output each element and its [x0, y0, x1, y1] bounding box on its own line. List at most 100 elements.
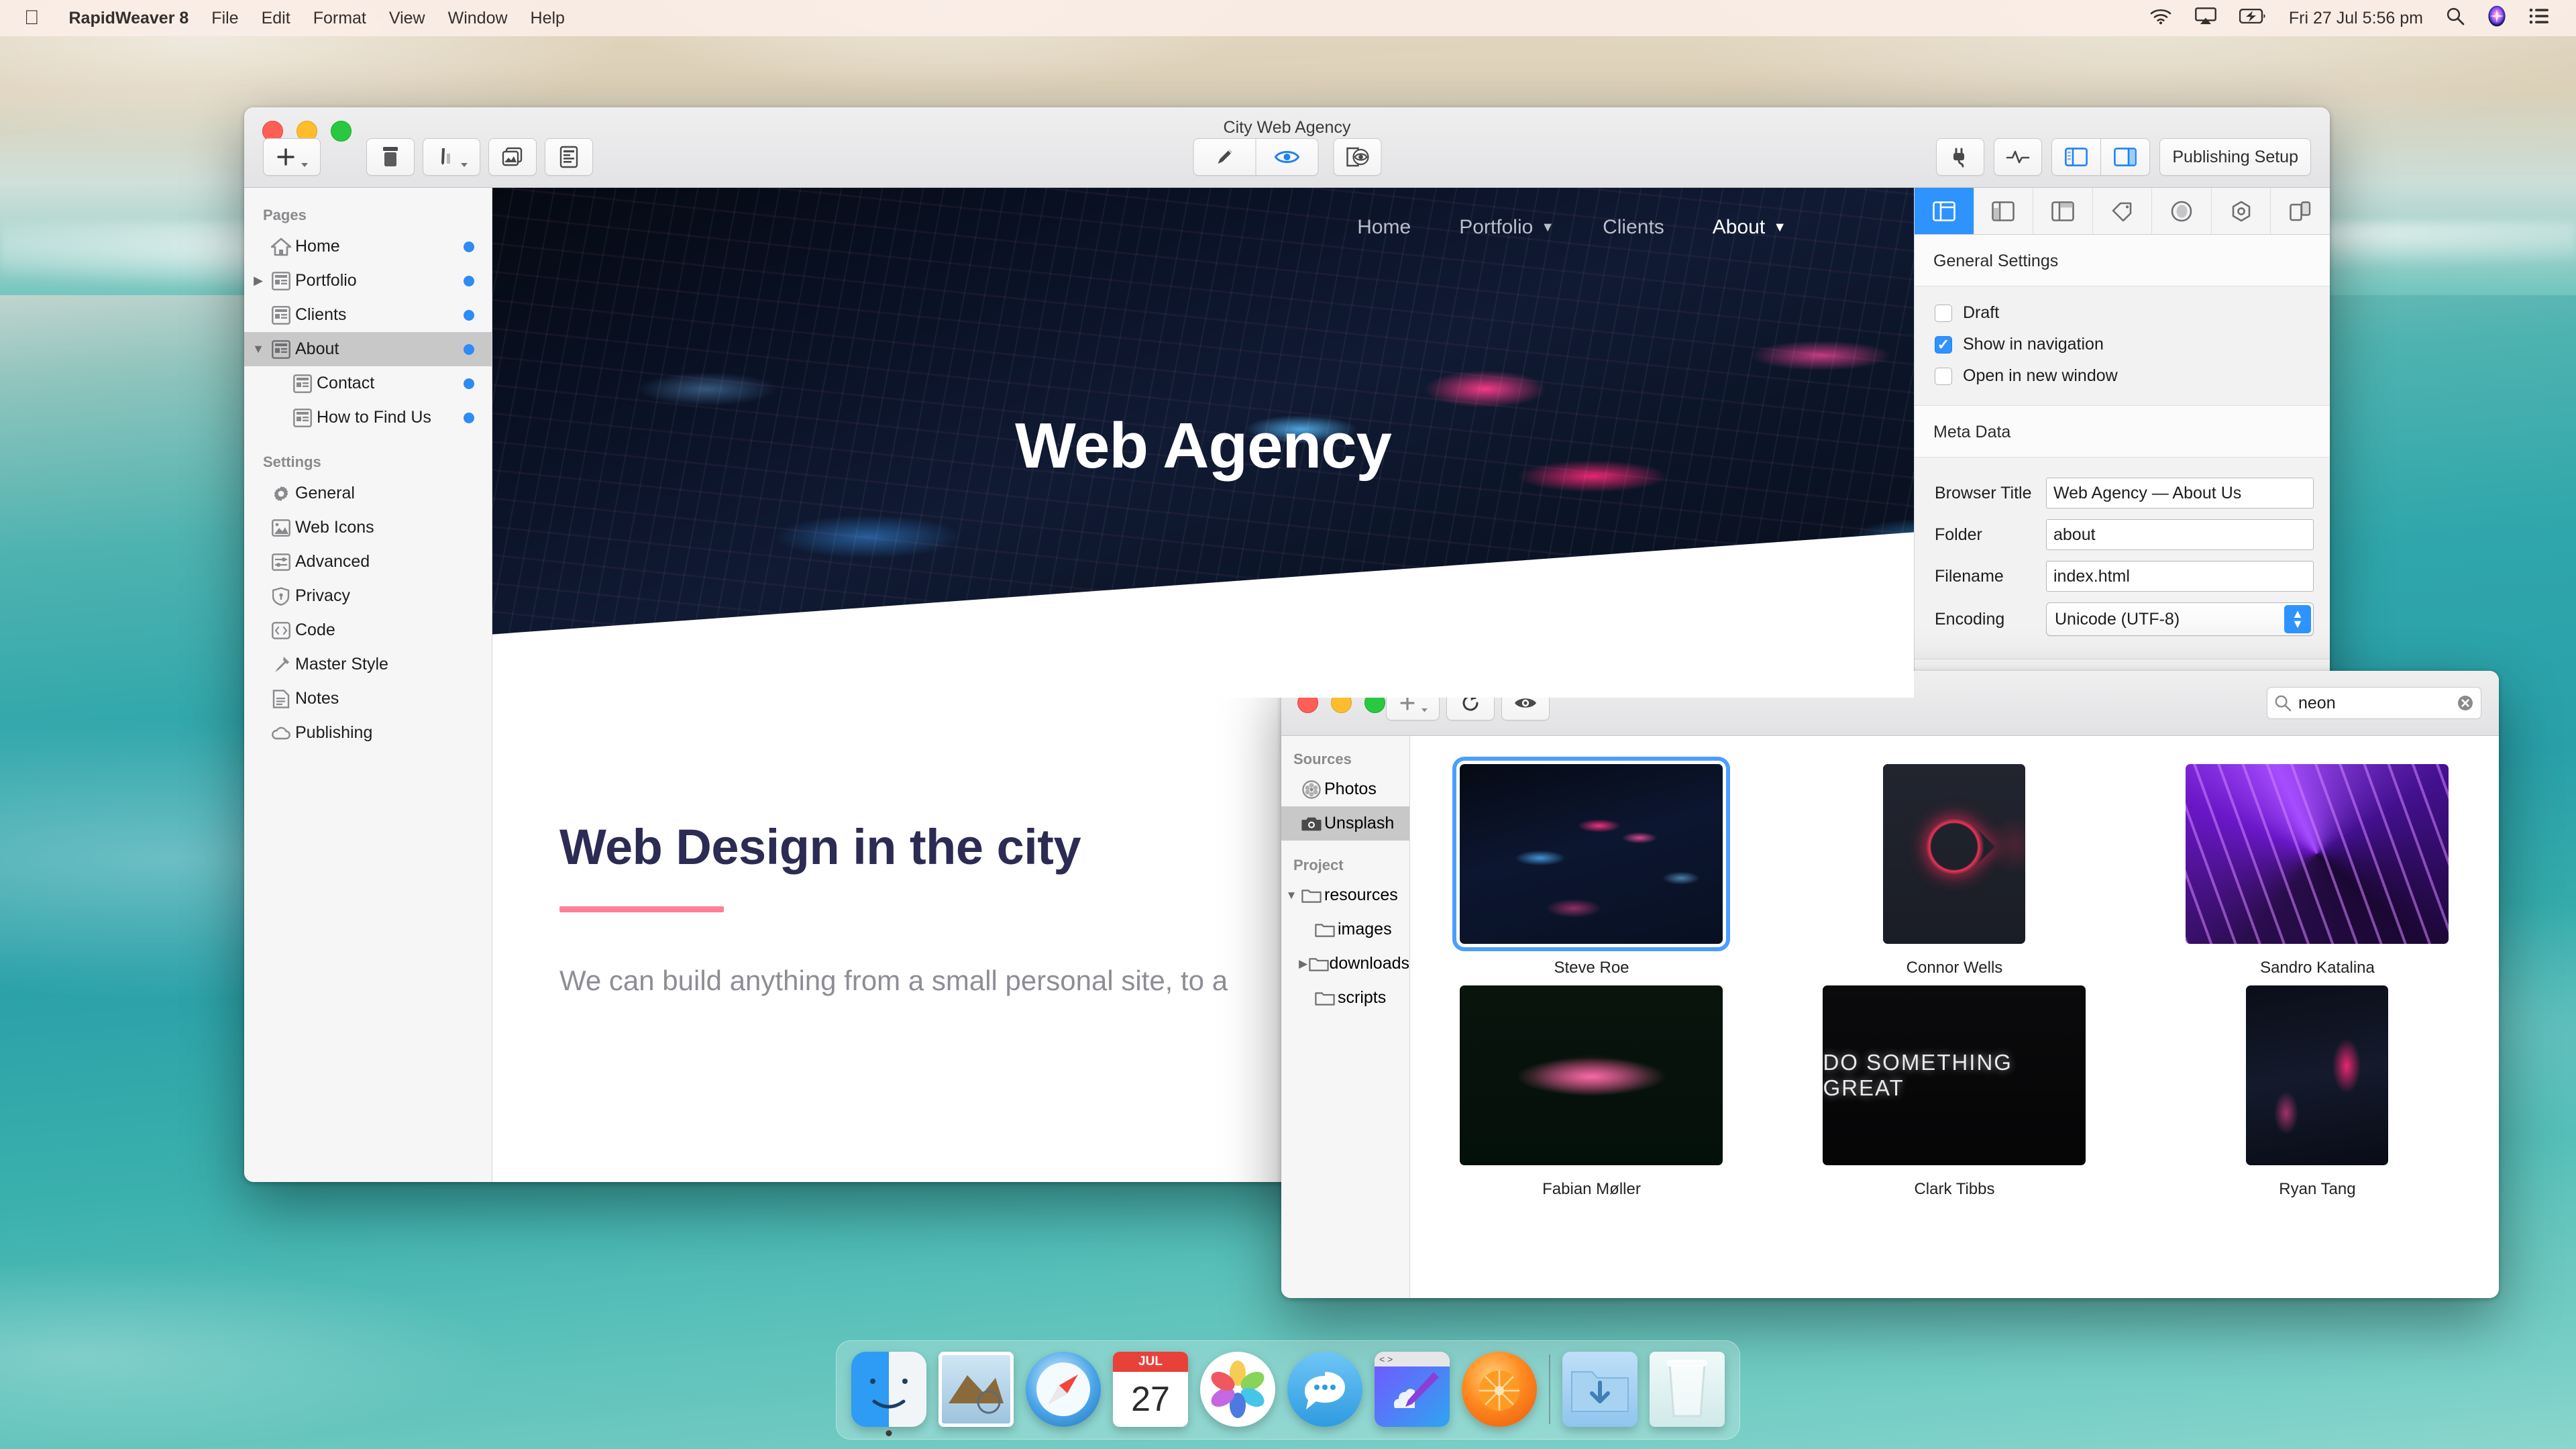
filename-input[interactable]: index.html	[2046, 561, 2314, 592]
panel-toggle-segmented-control[interactable]	[2051, 138, 2150, 176]
photo-thumbnail[interactable]	[1823, 985, 2086, 1165]
sidebar-item-images[interactable]: images	[1281, 912, 1409, 947]
menu-view[interactable]: View	[389, 9, 425, 28]
add-page-button[interactable]	[263, 138, 321, 176]
tab-sidebar-layout[interactable]	[1974, 188, 2034, 234]
browser-title-input[interactable]: Web Agency — About Us	[2046, 478, 2314, 508]
nav-item-home[interactable]: Home	[1357, 216, 1411, 239]
page-inspector-button[interactable]	[545, 138, 593, 176]
dock-item-rapidweaver[interactable]: < >	[1375, 1352, 1450, 1427]
publishing-setup-button[interactable]: Publishing Setup	[2159, 138, 2311, 176]
photo-thumbnail[interactable]	[2246, 985, 2388, 1165]
tab-page-settings[interactable]	[1915, 188, 1974, 234]
photo-cell[interactable]: Fabian Møller	[1410, 985, 1773, 1199]
sidebar-item-unsplash[interactable]: Unsplash	[1281, 806, 1409, 841]
sidebar-item-code[interactable]: Code	[244, 613, 492, 647]
menu-window[interactable]: Window	[448, 9, 508, 28]
theme-button[interactable]	[423, 138, 480, 176]
photo-thumbnail[interactable]	[2186, 764, 2449, 944]
photo-thumbnail[interactable]	[1883, 764, 2025, 944]
edit-preview-segmented-control[interactable]	[1193, 138, 1318, 176]
stepper-arrows-icon[interactable]: ▲▼	[2284, 605, 2311, 633]
search-input[interactable]: neon	[2267, 687, 2481, 719]
photo-grid[interactable]: Steve Roe Connor Wells Sandro Katalina F…	[1410, 736, 2499, 1298]
tab-content-layout[interactable]	[2033, 188, 2093, 234]
sidebar-item-clients[interactable]: Clients	[244, 298, 492, 332]
inspector-tab-bar[interactable]	[1915, 188, 2330, 235]
dock-item-trash[interactable]	[1650, 1352, 1725, 1427]
photo-thumbnail[interactable]	[1460, 985, 1723, 1165]
photo-cell[interactable]: Sandro Katalina	[2136, 764, 2499, 977]
sidebar-item-contact[interactable]: Contact	[244, 366, 492, 400]
open-in-new-window-checkbox[interactable]	[1935, 368, 1952, 385]
photo-thumbnail[interactable]	[1460, 764, 1723, 944]
sidebar-item-how-to-find-us[interactable]: How to Find Us	[244, 400, 492, 435]
nav-item-portfolio[interactable]: Portfolio ▼	[1459, 216, 1554, 239]
dock-item-finder[interactable]	[851, 1352, 926, 1427]
menubar-clock[interactable]: Fri 27 Jul 5:56 pm	[2289, 9, 2423, 28]
folder-input[interactable]: about	[2046, 519, 2314, 550]
photo-cell[interactable]: Steve Roe	[1410, 764, 1773, 977]
preview-mode-button[interactable]	[1255, 138, 1318, 176]
menu-edit[interactable]: Edit	[262, 9, 290, 28]
battery-charging-icon[interactable]	[2239, 9, 2266, 28]
resource-browser-window[interactable]: neon Sources Photos Unsplash	[1281, 671, 2499, 1298]
dock-item-calendar[interactable]: JUL 27	[1113, 1352, 1188, 1427]
sidebar-item-notes[interactable]: Notes	[244, 682, 492, 716]
photo-cell[interactable]: Connor Wells	[1773, 764, 2136, 977]
disclosure-triangle-collapsed-icon[interactable]: ▶	[1297, 957, 1309, 971]
tab-settings[interactable]	[2212, 188, 2271, 234]
sidebar-item-master-style[interactable]: Master Style	[244, 647, 492, 682]
preview-in-browser-button[interactable]	[1333, 138, 1381, 176]
photo-cell[interactable]: Ryan Tang	[2136, 985, 2499, 1199]
sidebar-item-about[interactable]: ▼ About	[244, 332, 492, 366]
sidebar-item-publishing[interactable]: Publishing	[244, 716, 492, 750]
sidebar-item-scripts[interactable]: scripts	[1281, 981, 1409, 1015]
dock-item-safari[interactable]	[1026, 1352, 1101, 1427]
sidebar-item-general[interactable]: General	[244, 476, 492, 511]
sidebar-item-resources[interactable]: ▼ resources	[1281, 878, 1409, 912]
sidebar-item-portfolio[interactable]: ▶ Portfolio	[244, 264, 492, 298]
tab-share[interactable]	[2271, 188, 2330, 234]
show-in-navigation-checkbox[interactable]	[1935, 336, 1952, 354]
delete-page-button[interactable]	[366, 138, 415, 176]
sidebar-item-privacy[interactable]: Privacy	[244, 579, 492, 613]
nav-item-clients[interactable]: Clients	[1603, 216, 1664, 239]
draft-checkbox[interactable]	[1935, 305, 1952, 322]
sidebar-item-downloads[interactable]: ▶ downloads	[1281, 947, 1409, 981]
menu-app-name[interactable]: RapidWeaver 8	[69, 9, 189, 28]
disclosure-triangle-collapsed-icon[interactable]: ▶	[250, 274, 267, 288]
nav-item-about[interactable]: About ▼	[1713, 216, 1786, 239]
airplay-icon[interactable]	[2195, 7, 2216, 30]
site-navigation[interactable]: Home Portfolio ▼ Clients About ▼	[1357, 216, 1786, 239]
encoding-select[interactable]: Unicode (UTF-8) ▲▼	[2046, 602, 2314, 636]
sidebar-item-photos[interactable]: Photos	[1281, 772, 1409, 806]
clear-icon[interactable]	[2457, 694, 2474, 712]
dock-item-vitamin-app[interactable]	[1462, 1352, 1537, 1427]
dock-item-mail[interactable]	[938, 1352, 1014, 1427]
resources-button[interactable]	[488, 138, 537, 176]
sidebar-item-advanced[interactable]: Advanced	[244, 545, 492, 579]
dock[interactable]: JUL 27 < >	[836, 1340, 1740, 1440]
sidebar-item-home[interactable]: Home	[244, 229, 492, 264]
dock-item-downloads-folder[interactable]	[1562, 1352, 1638, 1427]
wifi-icon[interactable]	[2149, 7, 2172, 30]
checkbox-row-open-in-new-window[interactable]: Open in new window	[1915, 360, 2330, 392]
apple-logo-icon[interactable]: 	[24, 8, 40, 28]
tab-tags[interactable]	[2093, 188, 2153, 234]
toggle-inspector-button[interactable]	[2100, 138, 2150, 176]
checkbox-row-show-in-navigation[interactable]: Show in navigation	[1915, 329, 2330, 360]
spotlight-search-icon[interactable]	[2446, 7, 2465, 30]
disclosure-triangle-expanded-icon[interactable]: ▼	[250, 342, 267, 356]
edit-mode-button[interactable]	[1193, 138, 1256, 176]
addons-button[interactable]	[1936, 138, 1984, 176]
sidebar-item-web-icons[interactable]: Web Icons	[244, 511, 492, 545]
menu-format[interactable]: Format	[313, 9, 366, 28]
tab-styles[interactable]	[2152, 188, 2212, 234]
photo-cell[interactable]: Clark Tibbs	[1773, 985, 2136, 1199]
dock-item-photos[interactable]	[1200, 1352, 1275, 1427]
checkbox-row-draft[interactable]: Draft	[1915, 297, 2330, 329]
dock-item-messages[interactable]	[1287, 1352, 1362, 1427]
disclosure-triangle-expanded-icon[interactable]: ▼	[1284, 889, 1299, 902]
menu-help[interactable]: Help	[531, 9, 565, 28]
